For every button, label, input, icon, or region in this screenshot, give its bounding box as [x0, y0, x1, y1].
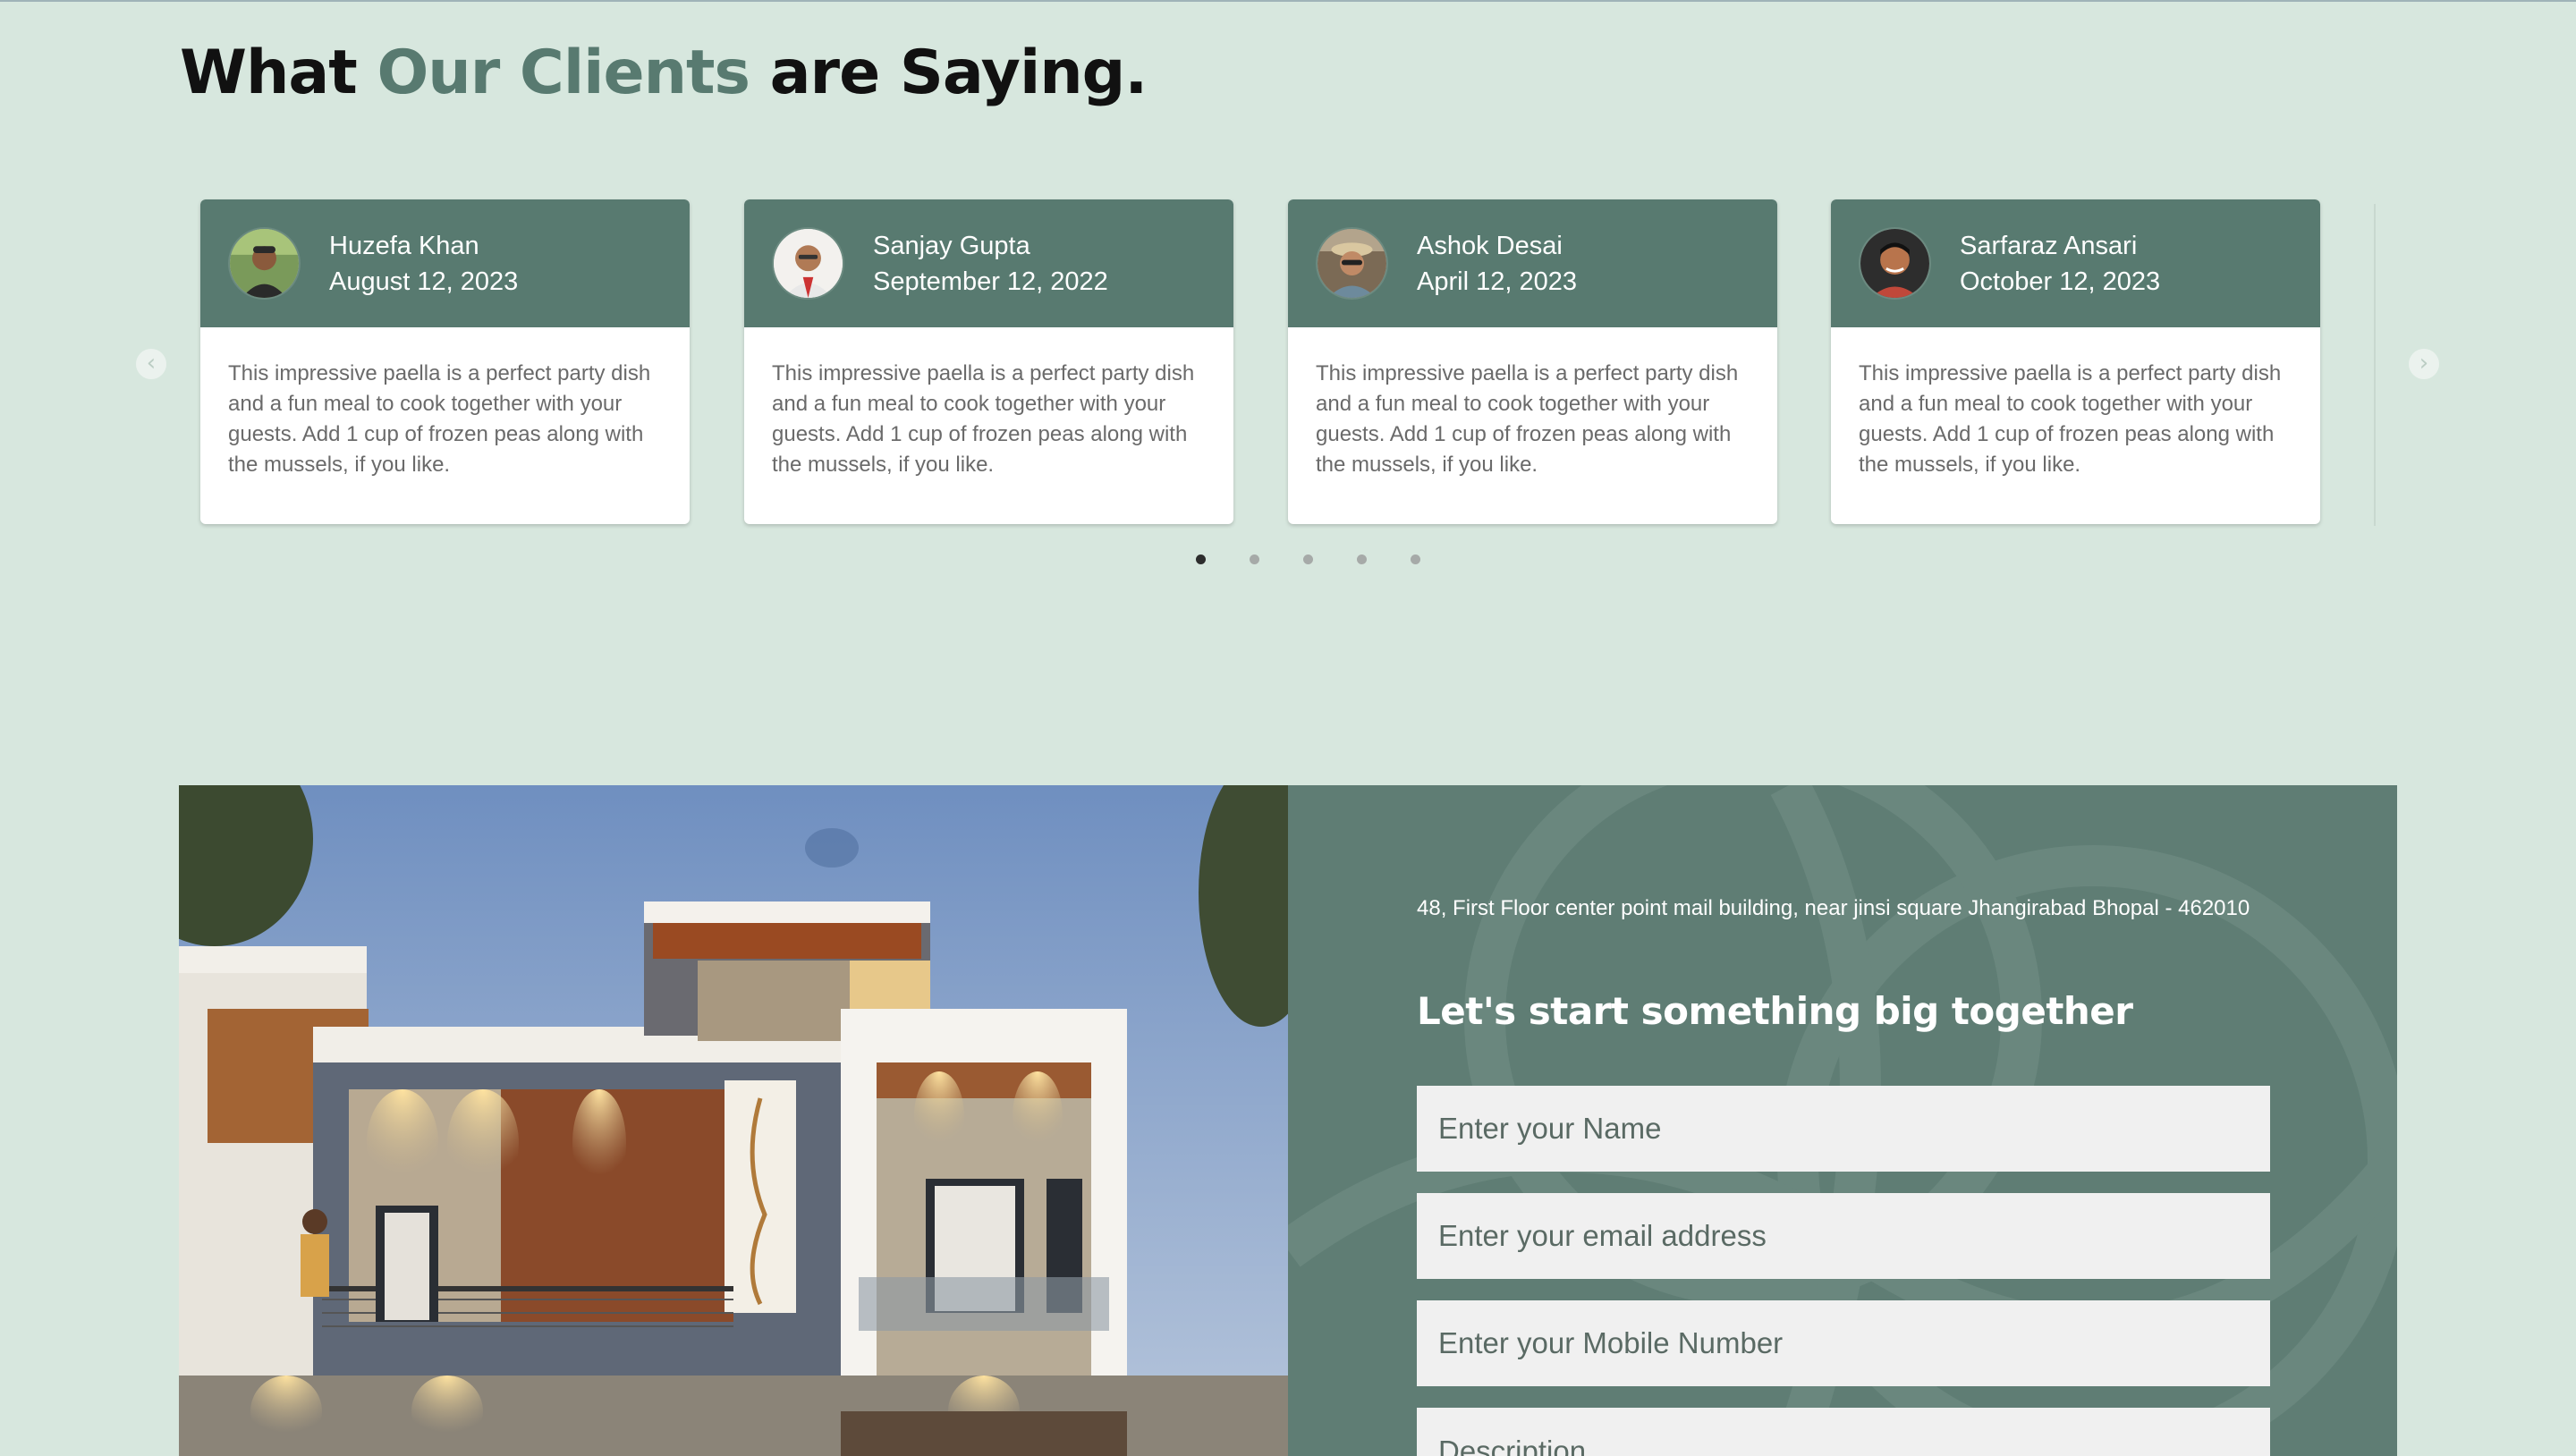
- pagination-dot[interactable]: [1411, 554, 1420, 564]
- testimonial-card-header: Ashok Desai April 12, 2023: [1288, 199, 1777, 327]
- testimonial-card-header: Sarfaraz Ansari October 12, 2023: [1831, 199, 2320, 327]
- testimonial-text: This impressive paella is a perfect part…: [772, 361, 1195, 477]
- house-image: [179, 785, 1288, 1456]
- pagination-dot[interactable]: [1196, 554, 1206, 564]
- pagination-dot[interactable]: [1250, 554, 1259, 564]
- email-input[interactable]: [1417, 1193, 2270, 1279]
- chevron-left-icon: ‹: [146, 350, 157, 377]
- carousel-next-button[interactable]: ›: [2409, 349, 2439, 379]
- review-date: April 12, 2023: [1417, 267, 1577, 296]
- client-name: Ashok Desai: [1417, 232, 1563, 260]
- testimonial-card: Huzefa Khan August 12, 2023 This impress…: [200, 199, 690, 524]
- description-input[interactable]: [1417, 1408, 2270, 1456]
- contact-section: 48, First Floor center point mail buildi…: [179, 785, 2397, 1456]
- avatar: [772, 227, 844, 300]
- contact-tagline: Let's start something big together: [1417, 989, 2133, 1033]
- client-name: Sanjay Gupta: [873, 232, 1030, 260]
- testimonial-card-header: Sanjay Gupta September 12, 2022: [744, 199, 1233, 327]
- pagination-dot[interactable]: [1303, 554, 1313, 564]
- carousel-prev-button[interactable]: ‹: [136, 349, 166, 379]
- testimonial-card: Sarfaraz Ansari October 12, 2023 This im…: [1831, 199, 2320, 524]
- client-name: Sarfaraz Ansari: [1960, 232, 2138, 260]
- office-address: 48, First Floor center point mail buildi…: [1417, 896, 2250, 920]
- mobile-input[interactable]: [1417, 1300, 2270, 1386]
- pagination-dot[interactable]: [1357, 554, 1367, 564]
- review-date: September 12, 2022: [873, 267, 1108, 296]
- avatar: [1859, 227, 1931, 300]
- testimonial-text: This impressive paella is a perfect part…: [228, 361, 651, 477]
- name-input[interactable]: [1417, 1086, 2270, 1172]
- review-date: August 12, 2023: [329, 267, 519, 296]
- testimonial-text: This impressive paella is a perfect part…: [1859, 361, 2282, 477]
- avatar: [1316, 227, 1388, 300]
- testimonial-text: This impressive paella is a perfect part…: [1316, 361, 1739, 477]
- next-card-edge: [2374, 204, 2376, 526]
- testimonial-card: Ashok Desai April 12, 2023 This impressi…: [1288, 199, 1777, 524]
- contact-form-panel: 48, First Floor center point mail buildi…: [1288, 785, 2397, 1456]
- testimonial-card: Sanjay Gupta September 12, 2022 This imp…: [744, 199, 1233, 524]
- client-name: Huzefa Khan: [329, 232, 479, 260]
- review-date: October 12, 2023: [1960, 267, 2161, 296]
- chevron-right-icon: ›: [2419, 350, 2429, 377]
- avatar: [228, 227, 301, 300]
- testimonial-carousel: ‹ Huzefa Khan August 12, 2023 This impre…: [0, 0, 2576, 608]
- testimonial-card-header: Huzefa Khan August 12, 2023: [200, 199, 690, 327]
